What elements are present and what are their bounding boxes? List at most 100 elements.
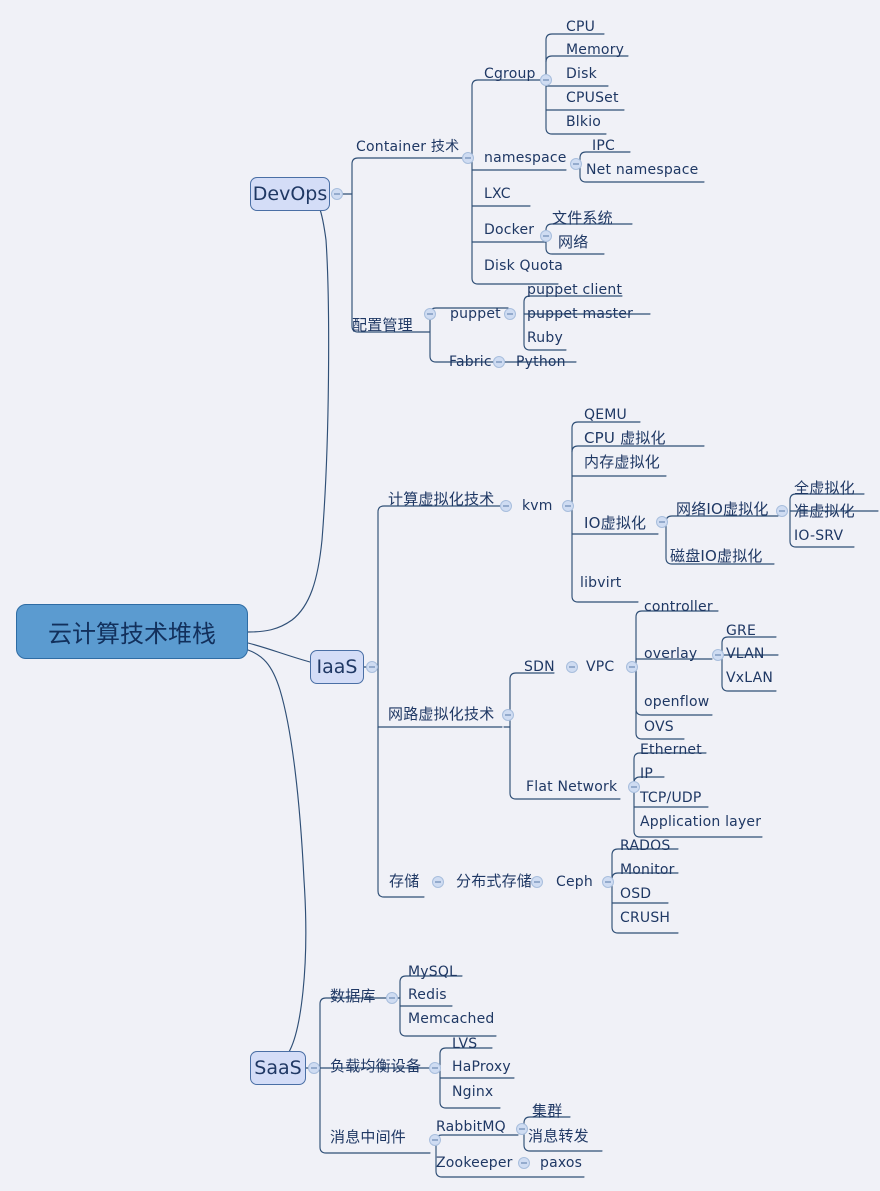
- node-lvs[interactable]: LVS: [452, 1036, 477, 1052]
- node-haproxy[interactable]: HaProxy: [452, 1059, 511, 1075]
- node-monitor[interactable]: Monitor: [620, 862, 675, 878]
- node-ruby[interactable]: Ruby: [527, 330, 563, 346]
- node-storage[interactable]: 存储: [389, 873, 419, 889]
- toggle-net-virt[interactable]: [502, 709, 514, 721]
- toggle-io-virt[interactable]: [656, 516, 668, 528]
- node-network-cn[interactable]: 网络: [558, 234, 588, 250]
- node-lxc[interactable]: LXC: [484, 186, 511, 202]
- node-controller[interactable]: controller: [644, 599, 713, 615]
- node-filesystem[interactable]: 文件系统: [552, 210, 613, 226]
- node-cpu-virt[interactable]: CPU 虚拟化: [584, 430, 666, 446]
- toggle-zookeeper[interactable]: [518, 1157, 530, 1169]
- node-net-io-virt[interactable]: 网络IO虚拟化: [676, 501, 769, 517]
- node-puppet-master[interactable]: puppet master: [527, 306, 633, 322]
- node-flat-network[interactable]: Flat Network: [526, 779, 617, 795]
- node-memcached[interactable]: Memcached: [408, 1011, 494, 1027]
- node-memory[interactable]: Memory: [566, 42, 624, 58]
- node-cgroup[interactable]: Cgroup: [484, 66, 536, 82]
- toggle-load-balancer[interactable]: [429, 1062, 441, 1074]
- node-cluster-cn[interactable]: 集群: [532, 1103, 562, 1119]
- node-blkio[interactable]: Blkio: [566, 114, 601, 130]
- node-para-virt[interactable]: 准虚拟化: [794, 503, 855, 519]
- node-osd[interactable]: OSD: [620, 886, 651, 902]
- toggle-ceph[interactable]: [602, 876, 614, 888]
- node-ipc[interactable]: IPC: [592, 138, 615, 154]
- toggle-docker[interactable]: [540, 230, 552, 242]
- node-cpu[interactable]: CPU: [566, 19, 595, 35]
- root-node[interactable]: 云计算技术堆栈: [16, 604, 248, 659]
- toggle-devops[interactable]: [331, 188, 343, 200]
- node-tcp-udp[interactable]: TCP/UDP: [640, 790, 702, 806]
- node-container-tech[interactable]: Container 技术: [356, 139, 459, 155]
- node-saas[interactable]: SaaS: [250, 1051, 306, 1085]
- node-namespace[interactable]: namespace: [484, 150, 567, 166]
- node-nginx[interactable]: Nginx: [452, 1084, 493, 1100]
- node-puppet[interactable]: puppet: [450, 306, 501, 322]
- node-vlan[interactable]: VLAN: [726, 646, 765, 662]
- node-qemu[interactable]: QEMU: [584, 407, 627, 423]
- node-msg-forward[interactable]: 消息转发: [528, 1128, 589, 1144]
- toggle-vpc[interactable]: [626, 661, 638, 673]
- node-compute-virt[interactable]: 计算虚拟化技术: [388, 491, 494, 507]
- node-zookeeper[interactable]: Zookeeper: [436, 1155, 513, 1171]
- node-ip[interactable]: IP: [640, 766, 653, 782]
- node-vxlan[interactable]: VxLAN: [726, 670, 773, 686]
- node-rabbitmq[interactable]: RabbitMQ: [436, 1119, 506, 1135]
- node-full-virt[interactable]: 全虚拟化: [794, 480, 855, 496]
- node-net-namespace[interactable]: Net namespace: [586, 162, 698, 178]
- node-ceph[interactable]: Ceph: [556, 874, 593, 890]
- toggle-fabric[interactable]: [493, 356, 505, 368]
- node-cpuset[interactable]: CPUSet: [566, 90, 619, 106]
- node-python[interactable]: Python: [516, 354, 566, 370]
- toggle-cgroup[interactable]: [540, 74, 552, 86]
- node-mysql[interactable]: MySQL: [408, 964, 457, 980]
- toggle-iaas[interactable]: [366, 661, 378, 673]
- node-vpc[interactable]: VPC: [586, 659, 614, 675]
- toggle-container-tech[interactable]: [462, 152, 474, 164]
- node-openflow[interactable]: openflow: [644, 694, 709, 710]
- node-puppet-client[interactable]: puppet client: [527, 282, 622, 298]
- node-fabric[interactable]: Fabric: [449, 354, 492, 370]
- node-disk[interactable]: Disk: [566, 66, 597, 82]
- toggle-kvm[interactable]: [562, 500, 574, 512]
- node-config-mgmt[interactable]: 配置管理: [352, 317, 413, 333]
- toggle-dist-storage[interactable]: [531, 876, 543, 888]
- toggle-net-io-virt[interactable]: [776, 505, 788, 517]
- node-database[interactable]: 数据库: [330, 988, 376, 1004]
- toggle-namespace[interactable]: [570, 158, 582, 170]
- node-disk-io-virt[interactable]: 磁盘IO虚拟化: [670, 548, 763, 564]
- toggle-storage[interactable]: [432, 876, 444, 888]
- node-ovs[interactable]: OVS: [644, 719, 674, 735]
- node-devops[interactable]: DevOps: [250, 177, 330, 211]
- node-mem-virt[interactable]: 内存虚拟化: [584, 454, 660, 470]
- toggle-compute-virt[interactable]: [500, 500, 512, 512]
- node-net-virt[interactable]: 网路虚拟化技术: [388, 706, 494, 722]
- toggle-flat-network[interactable]: [628, 781, 640, 793]
- toggle-puppet[interactable]: [504, 308, 516, 320]
- node-libvirt[interactable]: libvirt: [580, 575, 622, 591]
- toggle-database[interactable]: [386, 992, 398, 1004]
- node-disk-quota[interactable]: Disk Quota: [484, 258, 563, 274]
- node-overlay[interactable]: overlay: [644, 646, 697, 662]
- node-load-balancer[interactable]: 负载均衡设备: [330, 1058, 421, 1074]
- toggle-overlay[interactable]: [712, 649, 724, 661]
- node-kvm[interactable]: kvm: [522, 498, 553, 514]
- node-ethernet[interactable]: Ethernet: [640, 742, 702, 758]
- node-app-layer[interactable]: Application layer: [640, 814, 761, 830]
- toggle-rabbitmq[interactable]: [516, 1123, 528, 1135]
- toggle-sdn[interactable]: [566, 661, 578, 673]
- node-paxos[interactable]: paxos: [540, 1155, 582, 1171]
- node-docker[interactable]: Docker: [484, 222, 534, 238]
- node-dist-storage[interactable]: 分布式存储: [456, 873, 532, 889]
- toggle-saas[interactable]: [308, 1062, 320, 1074]
- node-mq[interactable]: 消息中间件: [330, 1129, 406, 1145]
- node-rados[interactable]: RADOS: [620, 838, 670, 854]
- node-crush[interactable]: CRUSH: [620, 910, 670, 926]
- node-io-srv[interactable]: IO-SRV: [794, 528, 843, 544]
- node-io-virt[interactable]: IO虚拟化: [584, 515, 646, 531]
- toggle-config-mgmt[interactable]: [424, 308, 436, 320]
- toggle-mq[interactable]: [429, 1134, 441, 1146]
- node-sdn[interactable]: SDN: [524, 659, 555, 675]
- node-gre[interactable]: GRE: [726, 623, 756, 639]
- node-iaas[interactable]: IaaS: [310, 650, 364, 684]
